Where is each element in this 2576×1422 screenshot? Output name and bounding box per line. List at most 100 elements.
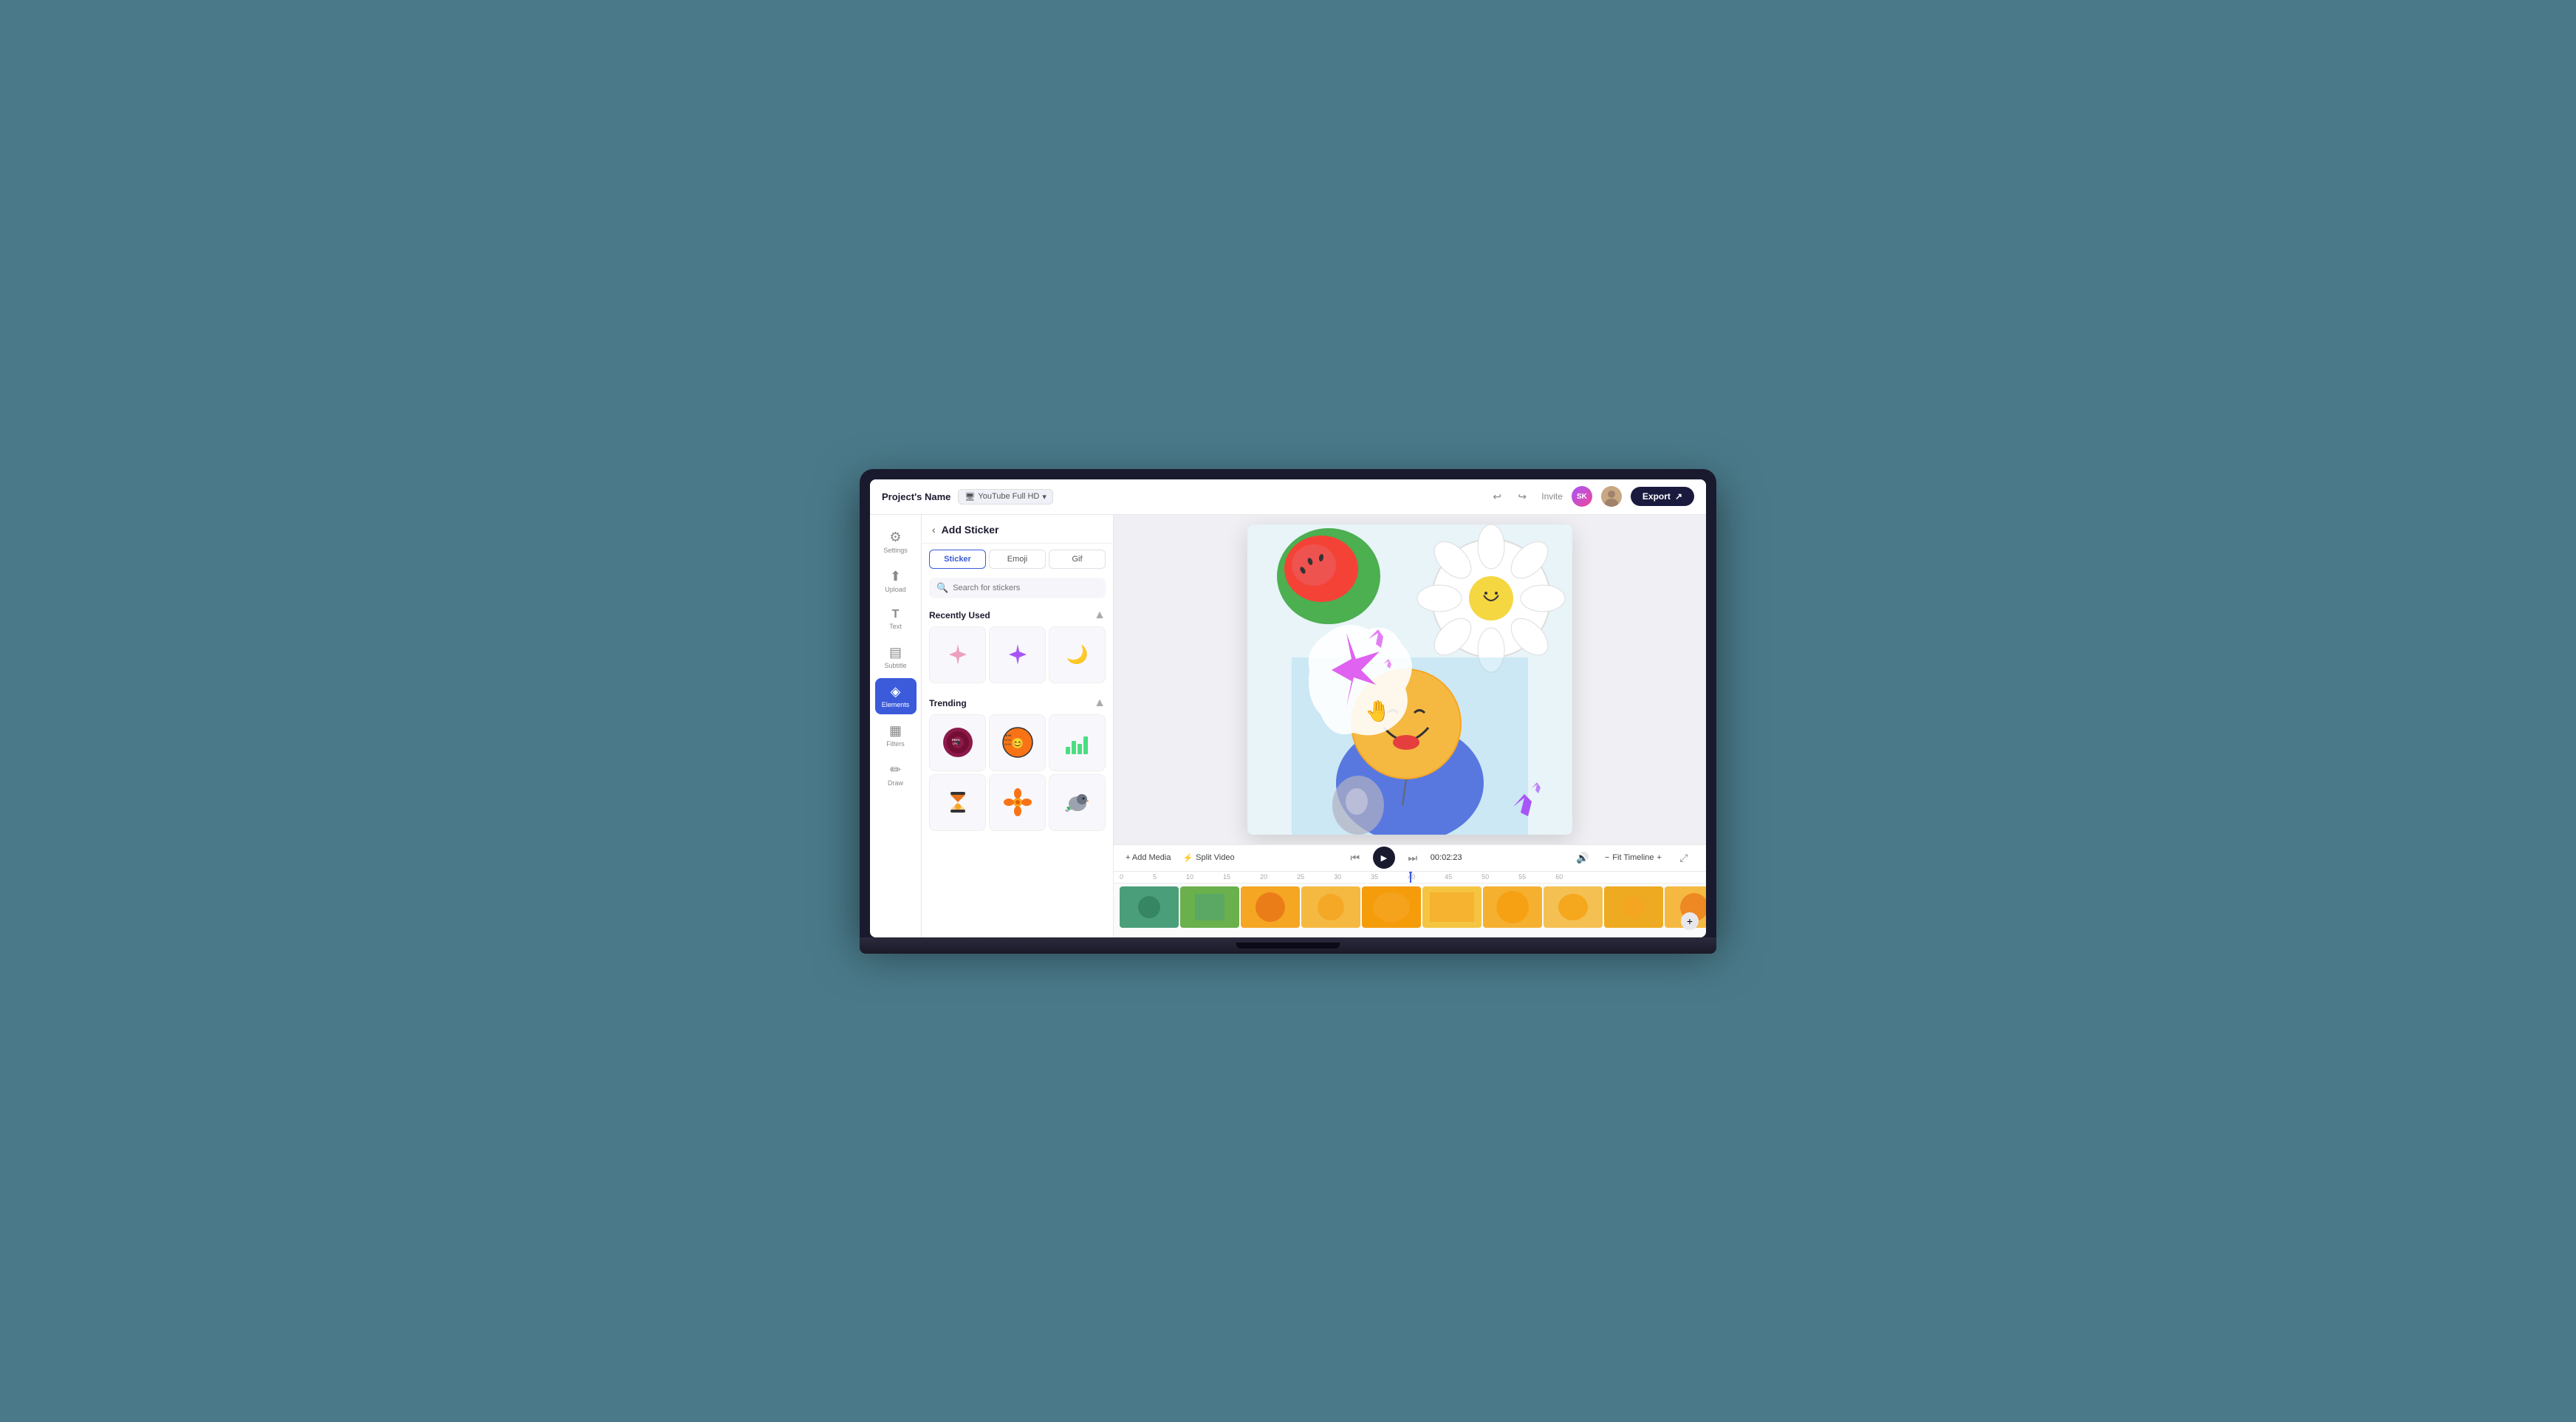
filters-icon: ▦: [889, 723, 902, 739]
sidebar-item-filters[interactable]: ▦ Filters: [875, 717, 917, 753]
panel-header: ‹ Add Sticker: [922, 515, 1113, 544]
laptop-container: Project's Name 🖥 YouTube Full HD ▾ ↩ ↪ I…: [860, 469, 1716, 954]
resolution-badge[interactable]: 🖥 YouTube Full HD ▾: [958, 489, 1052, 505]
collapse-icon-recent[interactable]: ▲: [1094, 609, 1106, 622]
sidebar-item-subtitle[interactable]: ▤ Subtitle: [875, 639, 917, 675]
sidebar-item-upload[interactable]: ⬆ Upload: [875, 563, 917, 599]
expand-icon[interactable]: ⤢: [1674, 847, 1694, 868]
sticker-flower[interactable]: [989, 774, 1046, 831]
user-avatar: [1601, 486, 1622, 507]
text-icon: T: [892, 608, 900, 621]
track-thumb-4: [1301, 886, 1360, 928]
track-thumb-8: [1544, 886, 1603, 928]
sticker-vinyl[interactable]: PSYC LPS: [929, 714, 986, 771]
add-media-button[interactable]: + Add Media: [1126, 853, 1171, 862]
svg-text:PSYC: PSYC: [952, 738, 960, 742]
add-track-button[interactable]: +: [1681, 912, 1699, 930]
bottom-bar: + Add Media ⚡ Split Video ⏮ ▶ ⏭ 00:02:23: [1114, 844, 1706, 871]
chevron-down-icon: ▾: [1042, 492, 1046, 502]
elements-label: Elements: [882, 701, 910, 708]
main-content: ⚙ Settings ⬆ Upload T Text ▤: [870, 515, 1706, 937]
sticker-smiley[interactable]: 😊 HI HI HI HI HI HI: [989, 714, 1046, 771]
recently-used-grid: 🌙: [929, 626, 1106, 683]
app: Project's Name 🖥 YouTube Full HD ▾ ↩ ↪ I…: [870, 479, 1706, 937]
plus-icon[interactable]: +: [1657, 853, 1662, 862]
search-icon: 🔍: [936, 582, 948, 594]
timeline-track: [1114, 883, 1706, 931]
fit-timeline: − Fit Timeline +: [1605, 853, 1662, 862]
trending-section: Trending ▲: [922, 692, 1113, 834]
sidebar: ⚙ Settings ⬆ Upload T Text ▤: [870, 515, 922, 937]
sidebar-item-text[interactable]: T Text: [875, 602, 917, 636]
draw-label: Draw: [888, 779, 903, 787]
svg-text:HI HI: HI HI: [1004, 738, 1011, 742]
upload-icon: ⬆: [890, 569, 901, 584]
sticker-bird[interactable]: [1049, 774, 1106, 831]
volume-button[interactable]: 🔊: [1572, 847, 1593, 868]
tab-sticker[interactable]: Sticker: [929, 550, 986, 569]
video-canvas: [1247, 524, 1572, 835]
back-button[interactable]: ‹: [932, 524, 936, 536]
playhead[interactable]: [1410, 872, 1411, 883]
export-button[interactable]: Export ↗: [1631, 487, 1694, 506]
minus-icon[interactable]: −: [1605, 853, 1609, 862]
laptop-base: [860, 937, 1716, 954]
sk-initials: SK: [1577, 493, 1587, 501]
tab-emoji[interactable]: Emoji: [989, 550, 1046, 569]
recently-used-section: Recently Used ▲: [922, 604, 1113, 686]
invite-button[interactable]: Invite: [1541, 491, 1563, 502]
volume-controls: 🔊: [1572, 847, 1593, 868]
sidebar-item-draw[interactable]: ✏ Draw: [875, 756, 917, 793]
project-name: Project's Name: [882, 491, 950, 502]
settings-label: Settings: [883, 547, 908, 554]
sticker-cell-sparkle1[interactable]: [929, 626, 986, 683]
collapse-icon-trending[interactable]: ▲: [1094, 697, 1106, 710]
panel-title: Add Sticker: [942, 524, 999, 536]
upload-label: Upload: [885, 586, 906, 593]
export-label: Export: [1642, 491, 1671, 502]
draw-icon: ✏: [890, 762, 901, 778]
undo-button[interactable]: ↩: [1487, 486, 1507, 507]
settings-icon: ⚙: [889, 530, 901, 545]
screen-bezel: Project's Name 🖥 YouTube Full HD ▾ ↩ ↪ I…: [860, 469, 1716, 937]
sk-avatar: SK: [1572, 486, 1592, 507]
timeline: 0 5 10 15 20 25 30 35 40 45 50: [1114, 871, 1706, 937]
track-thumb-6: [1422, 886, 1481, 928]
split-icon: ⚡: [1182, 853, 1193, 863]
svg-text:LPS: LPS: [953, 742, 958, 745]
undo-redo-group: ↩ ↪: [1487, 486, 1532, 507]
search-input[interactable]: [953, 584, 1098, 592]
text-label: Text: [889, 623, 902, 630]
monitor-icon: 🖥: [965, 492, 975, 502]
split-video-button[interactable]: ⚡ Split Video: [1182, 853, 1234, 863]
tab-gif[interactable]: Gif: [1049, 550, 1106, 569]
sidebar-item-settings[interactable]: ⚙ Settings: [875, 524, 917, 560]
redo-button[interactable]: ↪: [1512, 486, 1532, 507]
subtitle-icon: ▤: [889, 645, 902, 660]
track-thumb-5: [1362, 886, 1421, 928]
split-video-label: Split Video: [1196, 853, 1234, 862]
sidebar-item-elements[interactable]: ◈ Elements: [875, 678, 917, 714]
elements-icon: ◈: [891, 684, 901, 700]
topbar: Project's Name 🖥 YouTube Full HD ▾ ↩ ↪ I…: [870, 479, 1706, 515]
track-thumb-9: [1604, 886, 1663, 928]
canvas-area: 🤚: [1114, 515, 1706, 937]
recently-used-title: Recently Used: [929, 610, 990, 621]
sticker-hourglass[interactable]: [929, 774, 986, 831]
svg-text:😊: 😊: [1011, 737, 1024, 749]
add-media-label: + Add Media: [1126, 853, 1171, 862]
export-icon: ↗: [1675, 491, 1682, 502]
filters-label: Filters: [886, 740, 905, 748]
sticker-cell-sparkle2[interactable]: [989, 626, 1046, 683]
trending-title: Trending: [929, 698, 967, 708]
play-button[interactable]: ▶: [1373, 847, 1395, 869]
sticker-chart[interactable]: [1049, 714, 1106, 771]
panel: ‹ Add Sticker Sticker Emoji Gif 🔍: [922, 515, 1114, 937]
skip-forward-button[interactable]: ⏭: [1402, 847, 1423, 868]
canvas-viewport: 🤚: [1114, 515, 1706, 844]
trending-grid: PSYC LPS 😊: [929, 714, 1106, 831]
skip-back-button[interactable]: ⏮: [1345, 847, 1366, 868]
section-header-recent: Recently Used ▲: [929, 609, 1106, 622]
search-box[interactable]: 🔍: [929, 578, 1106, 598]
sticker-cell-moon[interactable]: 🌙: [1049, 626, 1106, 683]
